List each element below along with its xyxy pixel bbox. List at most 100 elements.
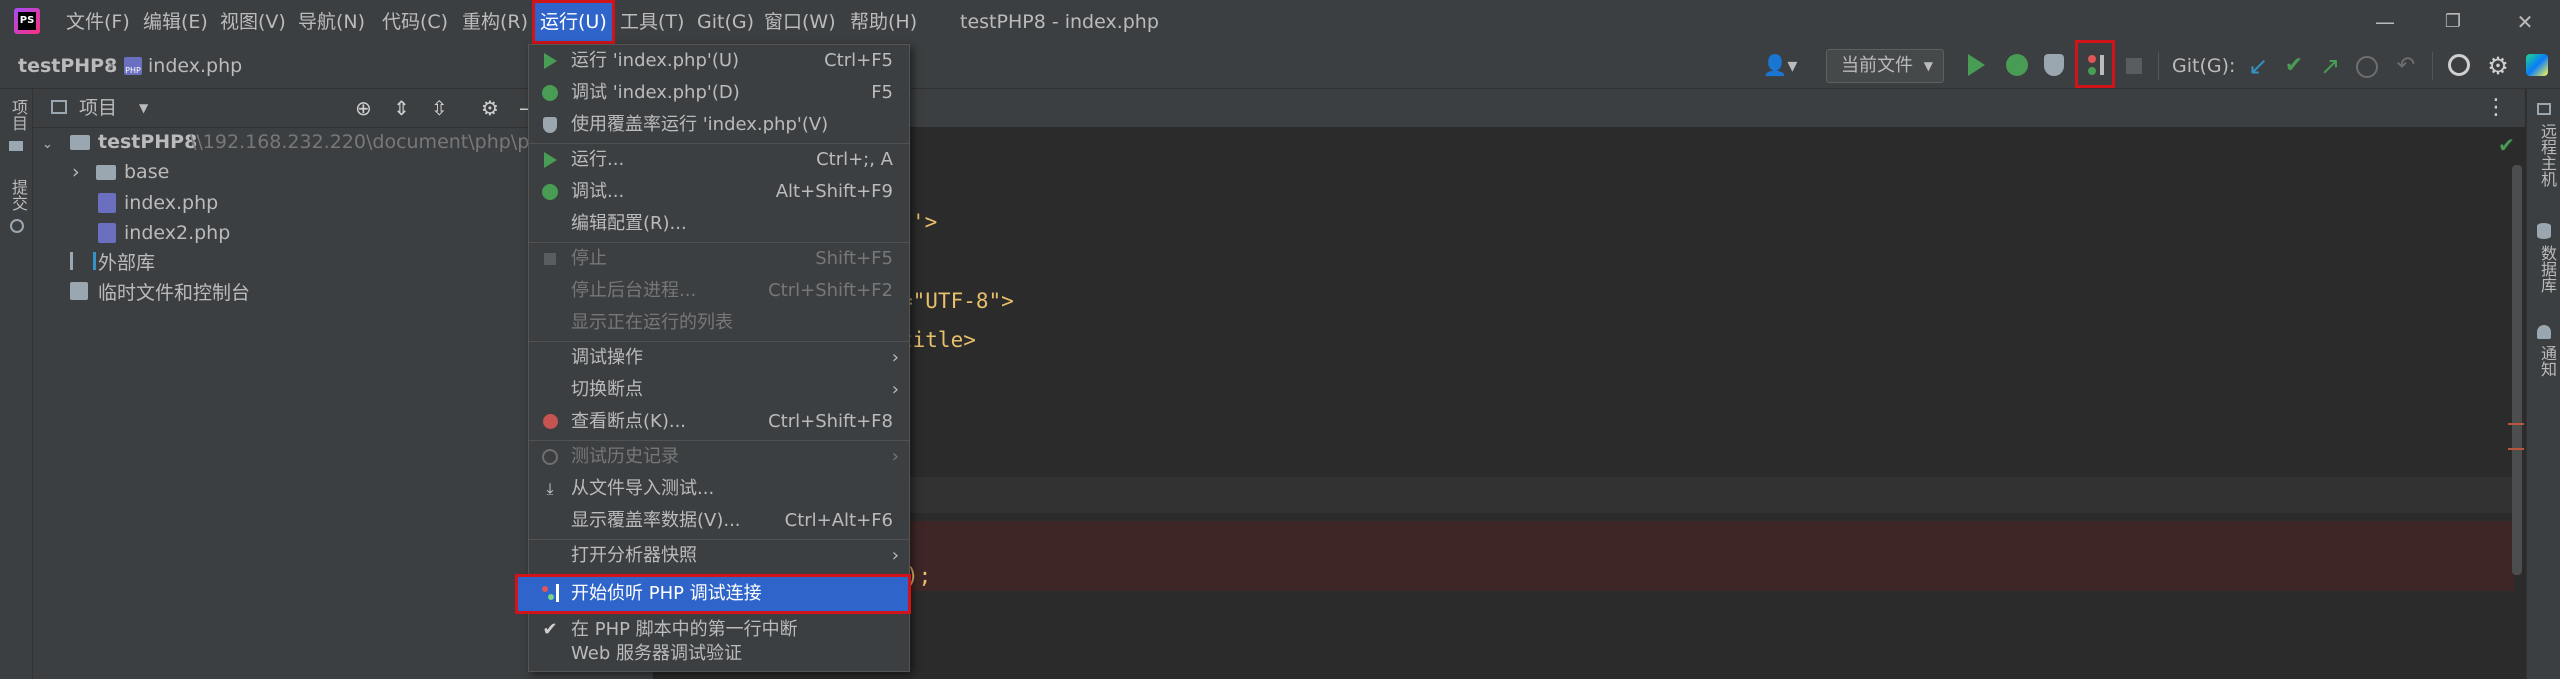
- menu-run[interactable]: 运行(U): [532, 0, 615, 44]
- menu-git[interactable]: Git(G): [697, 0, 754, 44]
- listen-debug-toolbar-button[interactable]: [2075, 40, 2115, 88]
- chevron-down-icon[interactable]: ▼: [139, 89, 148, 127]
- menu-item-show-coverage[interactable]: 显示覆盖率数据(V)... Ctrl+Alt+F6: [529, 505, 909, 537]
- remote-host-icon: [2537, 103, 2551, 115]
- left-tool-strip: 项目 提交: [0, 89, 33, 679]
- scratches-icon: [70, 282, 88, 300]
- menu-item-debugger-actions[interactable]: 调试操作 ›: [529, 342, 909, 374]
- menu-item-run-ellipsis[interactable]: 运行... Ctrl+;, A: [529, 144, 909, 176]
- restore-icon[interactable]: ❐: [2433, 0, 2473, 44]
- menu-item-label: 显示覆盖率数据(V)...: [571, 510, 741, 531]
- database-tool-tab[interactable]: 数据库: [2535, 245, 2559, 293]
- menu-item-debug-index[interactable]: 调试 'index.php'(D) F5: [529, 77, 909, 109]
- menu-item-web-server-debug-validation[interactable]: Web 服务器调试验证: [529, 638, 909, 670]
- remote-host-tool-tab[interactable]: 远程主机: [2535, 123, 2559, 187]
- menu-item-open-profiler-snapshot[interactable]: 打开分析器快照 ›: [529, 540, 909, 572]
- error-stripe-mark: [2508, 423, 2524, 425]
- git-push-icon[interactable]: ↗: [2316, 50, 2344, 82]
- menu-item-shortcut: Ctrl+Shift+F2: [768, 280, 893, 301]
- menubar: PS 文件(F) 编辑(E) 视图(V) 导航(N) 代码(C) 重构(R) 运…: [0, 0, 2560, 44]
- commit-icon: [10, 219, 24, 233]
- menu-item-toggle-breakpoint[interactable]: 切换断点 ›: [529, 374, 909, 406]
- folder-icon: [96, 165, 116, 180]
- project-panel-title[interactable]: 项目: [79, 89, 117, 127]
- menu-edit[interactable]: 编辑(E): [143, 0, 208, 44]
- rollback-icon[interactable]: ↶: [2392, 50, 2420, 82]
- minimize-icon[interactable]: —: [2365, 0, 2405, 44]
- run-icon[interactable]: [1968, 54, 1985, 76]
- menu-item-label: 停止后台进程...: [571, 280, 697, 301]
- menu-item-label: 打开分析器快照: [571, 545, 697, 566]
- menu-item-debug-ellipsis[interactable]: 调试... Alt+Shift+F9: [529, 176, 909, 208]
- breadcrumb-project[interactable]: testPHP8: [18, 44, 117, 88]
- menu-item-run-coverage[interactable]: 使用覆盖率运行 'index.php'(V): [529, 109, 909, 141]
- more-options-icon[interactable]: ⋮: [2485, 89, 2507, 127]
- breadcrumb-file[interactable]: index.php: [148, 44, 242, 88]
- tree-item-external-libraries[interactable]: 外部库: [98, 248, 155, 278]
- run-config-select[interactable]: 当前文件 ▼: [1826, 49, 1944, 83]
- menu-item-run-index[interactable]: 运行 'index.php'(U) Ctrl+F5: [529, 45, 909, 77]
- menu-item-shortcut: Shift+F5: [815, 248, 893, 269]
- gear-icon[interactable]: ⚙: [481, 89, 499, 127]
- menu-window[interactable]: 窗口(W): [764, 0, 836, 44]
- menu-item-shortcut: Ctrl+Shift+F8: [768, 411, 893, 432]
- close-icon[interactable]: ✕: [2505, 0, 2545, 44]
- gear-icon[interactable]: ⚙: [2484, 50, 2512, 82]
- chevron-down-icon[interactable]: ⌄: [42, 137, 53, 152]
- project-panel-icon: [51, 100, 67, 114]
- menu-item-show-running-list: 显示正在运行的列表: [529, 307, 909, 339]
- tree-item-index-php[interactable]: index.php: [124, 188, 218, 218]
- coverage-icon[interactable]: [2044, 54, 2064, 76]
- tree-item-base[interactable]: base: [124, 157, 169, 187]
- project-tool-tab[interactable]: 项目: [6, 99, 30, 131]
- chevron-down-icon: ▼: [1923, 59, 1933, 73]
- menu-item-shortcut: Ctrl+Alt+F6: [784, 510, 893, 531]
- tree-root-name[interactable]: testPHP8: [98, 127, 197, 157]
- folder-icon: [9, 141, 23, 151]
- menu-item-label: 从文件导入测试...: [571, 478, 715, 499]
- menu-code[interactable]: 代码(C): [382, 0, 448, 44]
- editor-scrollbar[interactable]: [2512, 165, 2522, 575]
- breakpoint-icon: [539, 406, 561, 440]
- chevron-right-icon: ›: [891, 545, 899, 566]
- locate-icon[interactable]: ⊕: [355, 89, 372, 127]
- menu-item-start-listening-php-debug[interactable]: 开始侦听 PHP 调试连接: [515, 574, 911, 614]
- git-update-icon[interactable]: ↙: [2244, 50, 2272, 82]
- history-icon[interactable]: [2356, 56, 2378, 78]
- menu-help[interactable]: 帮助(H): [850, 0, 917, 44]
- commit-tool-tab[interactable]: 提交: [6, 179, 30, 211]
- menu-item-view-breakpoints[interactable]: 查看断点(K)... Ctrl+Shift+F8: [529, 406, 909, 438]
- window-title: testPHP8 - index.php: [960, 11, 1159, 33]
- debug-icon[interactable]: [2006, 54, 2028, 76]
- user-icon[interactable]: 👤▾: [1760, 50, 1800, 80]
- listen-debug-icon: [2088, 55, 2096, 63]
- menu-item-label: 测试历史记录: [571, 446, 679, 467]
- code-line[interactable]: ="UTF-8">: [900, 289, 1014, 313]
- menu-item-stop: 停止 Shift+F5: [529, 243, 909, 275]
- menu-item-edit-configurations[interactable]: 编辑配置(R)...: [529, 208, 909, 240]
- menu-item-import-tests[interactable]: ⤓ 从文件导入测试...: [529, 473, 909, 505]
- code-line[interactable]: title>: [900, 328, 976, 352]
- run-config-label: 当前文件: [1841, 55, 1913, 76]
- git-commit-icon[interactable]: ✔: [2280, 50, 2308, 82]
- menu-tools[interactable]: 工具(T): [620, 0, 684, 44]
- menu-item-label: 停止: [571, 248, 607, 269]
- editor-tab-bar: ⋮: [654, 89, 2525, 128]
- expand-all-icon[interactable]: ⇕: [393, 89, 410, 127]
- notifications-tool-tab[interactable]: 通知: [2535, 345, 2559, 377]
- menu-navigate[interactable]: 导航(N): [298, 0, 365, 44]
- debug-icon: [539, 176, 561, 211]
- collapse-all-icon[interactable]: ⇳: [431, 89, 448, 127]
- stop-icon[interactable]: [2126, 58, 2142, 74]
- tree-item-scratches[interactable]: 临时文件和控制台: [98, 278, 250, 308]
- code-line[interactable]: '>: [912, 210, 937, 234]
- menu-view[interactable]: 视图(V): [220, 0, 286, 44]
- chevron-right-icon[interactable]: ›: [72, 157, 80, 187]
- tree-item-index2-php[interactable]: index2.php: [124, 218, 230, 248]
- folder-icon: [70, 135, 90, 150]
- search-icon[interactable]: [2448, 54, 2470, 76]
- tree-root[interactable]: ⌄: [42, 127, 53, 157]
- menu-file[interactable]: 文件(F): [66, 0, 130, 44]
- menu-refactor[interactable]: 重构(R): [462, 0, 528, 44]
- jetbrains-toolbox-icon[interactable]: [2526, 54, 2548, 76]
